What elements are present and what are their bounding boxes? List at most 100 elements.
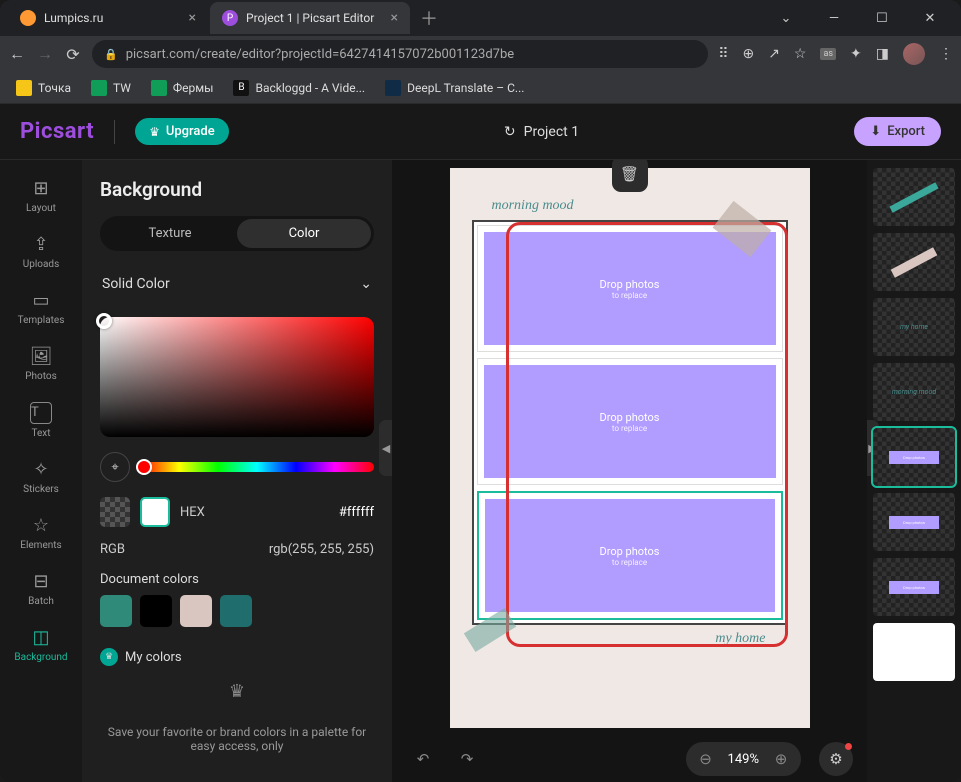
browser-tabbar: Lumpics.ru × P Project 1 | Picsart Edito… (0, 0, 961, 36)
bookmarks-bar: Точка TW Фермы BBackloggd - A Vide... De… (0, 72, 961, 104)
canvas-area: 🗑 morning mood Drop photosto replace Dro… (392, 160, 867, 782)
tab-close-icon[interactable]: × (189, 10, 196, 26)
browser-tab[interactable]: Lumpics.ru × (8, 2, 208, 34)
tool-layout[interactable]: ⊞Layout (0, 170, 82, 222)
layer-item[interactable]: Drop photos (873, 428, 955, 486)
settings-button[interactable]: ⚙ (819, 742, 853, 776)
zoom-icon[interactable]: ⊕ (742, 46, 754, 62)
layer-item[interactable] (873, 623, 955, 681)
reload-button[interactable]: ⟳ (64, 45, 82, 64)
zoom-value[interactable]: 149% (722, 752, 765, 767)
maximize-icon[interactable]: ☐ (867, 11, 897, 26)
panel-collapse-button[interactable]: ◀ (379, 420, 392, 476)
doc-color-swatch[interactable] (220, 595, 252, 627)
tab-title: Project 1 | Picsart Editor (246, 11, 374, 25)
eyedropper-button[interactable]: ⌖ (100, 452, 130, 482)
layers-panel: ▶ my home morning mood Drop photos Drop … (867, 160, 961, 782)
my-home-text[interactable]: my home (472, 631, 766, 647)
zoom-out-button[interactable]: ⊖ (694, 747, 718, 771)
rgb-value[interactable]: rgb(255, 255, 255) (269, 542, 374, 557)
share-icon[interactable]: ↗ (768, 46, 780, 62)
window-controls: ⌄ ― ☐ ✕ (771, 11, 953, 26)
bookmark-icon[interactable]: ☆ (794, 46, 807, 62)
tool-background[interactable]: ◫Background (0, 619, 82, 671)
tool-stickers[interactable]: ✧Stickers (0, 451, 82, 503)
new-tab-button[interactable]: ＋ (412, 5, 446, 31)
photo-slot[interactable]: Drop photosto replace (477, 491, 783, 620)
current-color-swatch[interactable] (140, 497, 170, 527)
export-button[interactable]: ⬇Export (854, 117, 941, 146)
bookmark-item[interactable]: TW (83, 77, 139, 99)
tab-color[interactable]: Color (237, 219, 371, 248)
tool-text[interactable]: TText (0, 394, 82, 447)
transparent-swatch[interactable] (100, 497, 130, 527)
browser-tab[interactable]: P Project 1 | Picsart Editor × (210, 2, 410, 34)
color-picker[interactable] (100, 317, 374, 437)
hex-value[interactable]: #ffffff (339, 505, 374, 520)
layer-item[interactable] (873, 233, 955, 291)
tool-batch[interactable]: ⊟Batch (0, 563, 82, 615)
profile-avatar[interactable] (903, 43, 925, 65)
minimize-icon[interactable]: ― (819, 11, 849, 26)
tool-elements[interactable]: ☆Elements (0, 507, 82, 559)
save-hint: Save your favorite or brand colors in a … (100, 725, 374, 753)
layer-item[interactable]: Drop photos (873, 493, 955, 551)
rgb-label: RGB (100, 542, 125, 557)
hue-slider[interactable] (140, 462, 374, 472)
side-toolbar: ⊞Layout ⇪Uploads ▭Templates 🖼Photos TTex… (0, 160, 82, 782)
sidepanel-icon[interactable]: ◨ (876, 46, 889, 62)
forward-button[interactable]: → (36, 44, 54, 64)
design-page[interactable]: 🗑 morning mood Drop photosto replace Dro… (450, 168, 810, 728)
tab-close-icon[interactable]: × (391, 10, 398, 26)
doc-colors-grid (100, 595, 374, 627)
my-colors-row[interactable]: ♛ My colors (100, 648, 374, 666)
bookmark-item[interactable]: Точка (8, 77, 79, 99)
panel-title: Background (100, 178, 374, 201)
layer-item[interactable]: my home (873, 298, 955, 356)
translate-icon[interactable]: ⠿ (718, 46, 728, 62)
bookmark-icon: B (233, 80, 249, 96)
solid-color-dropdown[interactable]: Solid Color ⌄ (100, 266, 374, 302)
tab-texture[interactable]: Texture (103, 219, 237, 248)
upgrade-button[interactable]: ♛Upgrade (135, 118, 229, 145)
canvas-viewport[interactable]: 🗑 morning mood Drop photosto replace Dro… (392, 160, 867, 736)
extensions-icon[interactable]: ✦ (850, 46, 862, 62)
tool-photos[interactable]: 🖼Photos (0, 338, 82, 390)
tool-templates[interactable]: ▭Templates (0, 282, 82, 334)
layer-item[interactable]: Drop photos (873, 558, 955, 616)
doc-color-swatch[interactable] (140, 595, 172, 627)
back-button[interactable]: ← (8, 44, 26, 64)
doc-color-swatch[interactable] (100, 595, 132, 627)
stickers-icon: ✧ (33, 459, 48, 480)
hue-handle[interactable] (136, 459, 152, 475)
ext-icon[interactable]: as (820, 48, 836, 60)
url-input[interactable]: 🔒 picsart.com/create/editor?projectId=64… (92, 40, 708, 68)
bookmark-item[interactable]: Фермы (143, 77, 222, 99)
undo-button[interactable]: ↶ (406, 742, 440, 776)
layer-item[interactable]: morning mood (873, 363, 955, 421)
redo-button[interactable]: ↷ (450, 742, 484, 776)
photo-slot[interactable]: Drop photosto replace (477, 358, 783, 485)
batch-icon: ⊟ (33, 571, 48, 592)
layer-item[interactable] (873, 168, 955, 226)
zoom-in-button[interactable]: ⊕ (769, 747, 793, 771)
bookmark-item[interactable]: BBackloggd - A Vide... (225, 77, 373, 99)
doc-color-swatch[interactable] (180, 595, 212, 627)
chevron-down-icon[interactable]: ⌄ (771, 11, 801, 26)
menu-icon[interactable]: ⋮ (939, 46, 953, 62)
crown-icon: ♛ (100, 648, 118, 666)
bookmark-item[interactable]: DeepL Translate – С... (377, 77, 532, 99)
background-icon: ◫ (32, 627, 49, 648)
close-icon[interactable]: ✕ (915, 11, 945, 26)
app-logo[interactable]: Picsart (20, 119, 94, 144)
photo-stack[interactable]: Drop photosto replace Drop photosto repl… (472, 220, 788, 625)
tool-uploads[interactable]: ⇪Uploads (0, 226, 82, 278)
layout-icon: ⊞ (33, 178, 48, 199)
star-icon: ☆ (33, 515, 49, 536)
delete-button[interactable]: 🗑 (612, 160, 648, 192)
bookmark-icon (16, 80, 32, 96)
color-picker-handle[interactable] (96, 313, 112, 329)
background-panel: Background Texture Color Solid Color ⌄ ⌖ (82, 160, 392, 782)
tab-title: Lumpics.ru (44, 11, 103, 25)
project-title[interactable]: ↻Project 1 (504, 124, 579, 140)
